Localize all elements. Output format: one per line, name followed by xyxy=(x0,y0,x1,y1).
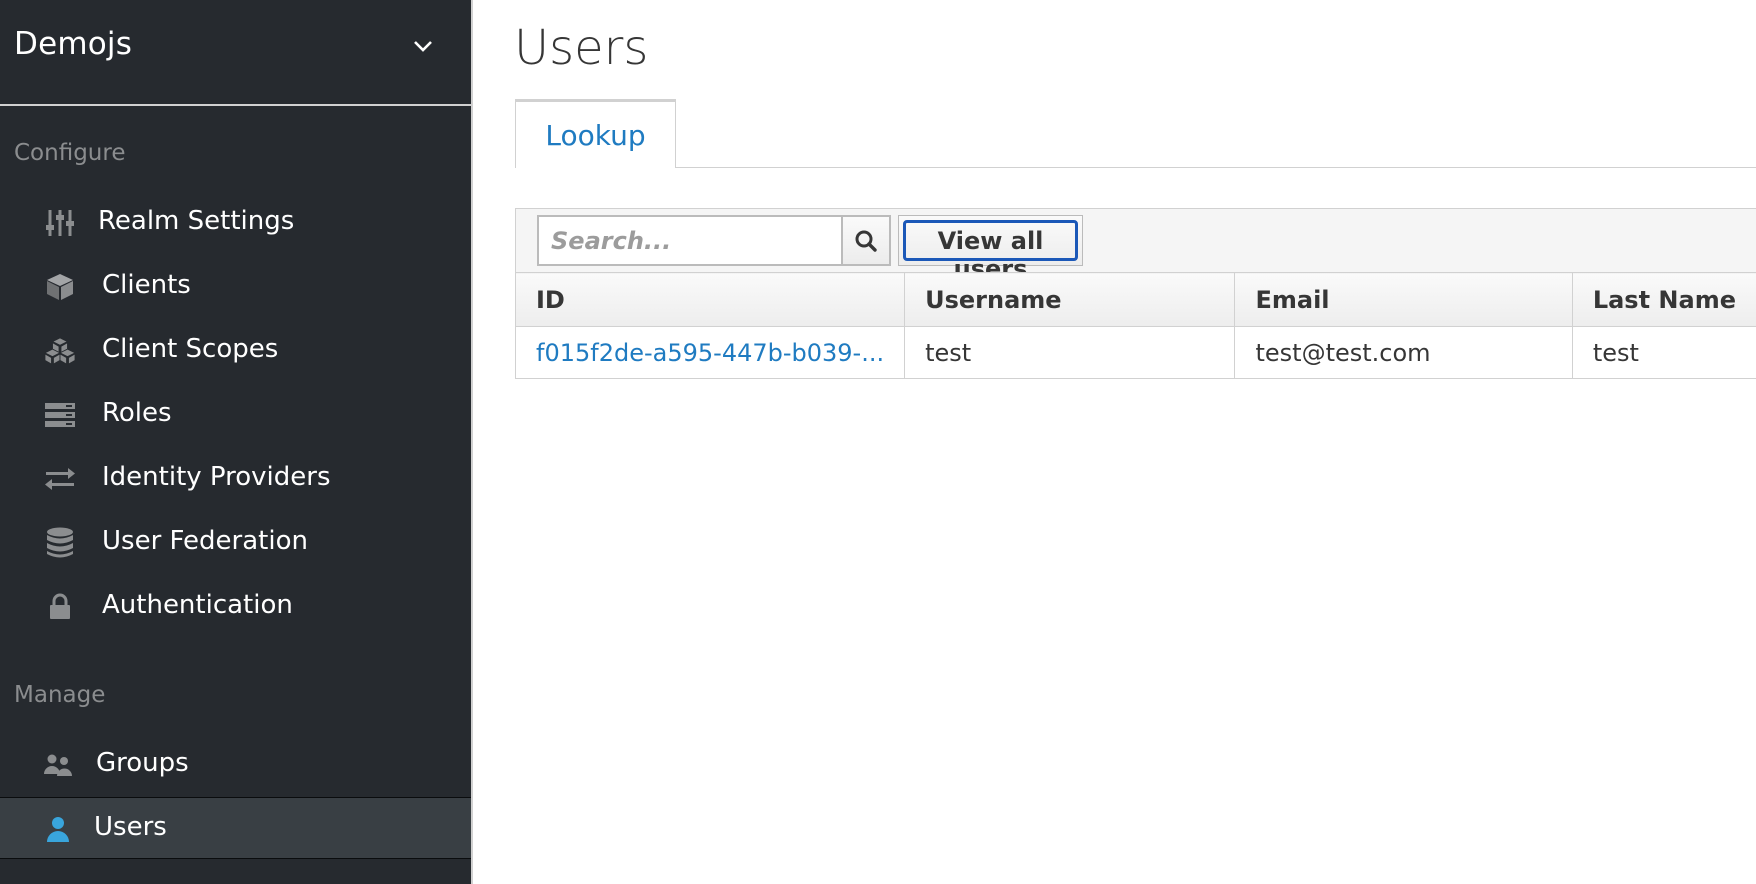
user-id-link[interactable]: f015f2de-a595-447b-b039-... xyxy=(514,326,906,379)
sidebar-item-roles[interactable]: Roles xyxy=(0,384,471,446)
sidebar-item-label: Clients xyxy=(102,270,191,300)
sidebar-item-label: Realm Settings xyxy=(98,206,295,236)
column-header-username[interactable]: Username xyxy=(904,272,1236,327)
view-all-users-button[interactable]: View all users xyxy=(898,215,1083,283)
sidebar: Demojs Configure Realm Settings Clients … xyxy=(0,0,473,884)
sidebar-item-client-scopes[interactable]: Client Scopes xyxy=(0,320,471,382)
sidebar-item-label: Client Scopes xyxy=(102,334,279,364)
users-table: ID Username Email Last Name f015f2de-a59… xyxy=(514,272,1756,379)
lock-icon xyxy=(44,592,76,622)
database-icon xyxy=(44,527,76,558)
server-icon xyxy=(44,400,76,430)
column-header-id[interactable]: ID xyxy=(514,272,906,327)
sidebar-item-authentication[interactable]: Authentication xyxy=(0,576,471,638)
search-button[interactable] xyxy=(841,215,891,266)
section-label-manage: Manage xyxy=(14,682,106,708)
tab-bar xyxy=(515,167,1756,168)
sidebar-item-clients[interactable]: Clients xyxy=(0,256,471,318)
realm-selector[interactable]: Demojs xyxy=(0,0,473,106)
tab-lookup[interactable]: Lookup xyxy=(515,99,676,168)
search-input[interactable] xyxy=(537,215,843,266)
sidebar-item-label: Roles xyxy=(102,398,172,428)
username-cell: test xyxy=(904,326,1236,379)
sidebar-item-user-federation[interactable]: User Federation xyxy=(0,512,471,574)
exchange-icon xyxy=(44,464,76,494)
sidebar-item-label: Identity Providers xyxy=(102,462,331,492)
sidebar-item-label: Groups xyxy=(96,748,189,778)
cubes-icon xyxy=(44,336,76,366)
page-title: Users xyxy=(514,20,649,76)
tab-label: Lookup xyxy=(545,119,646,152)
table-row: f015f2de-a595-447b-b039-... test test@te… xyxy=(514,326,1756,379)
email-cell: test@test.com xyxy=(1234,326,1573,379)
section-label-configure: Configure xyxy=(14,140,126,166)
cube-icon xyxy=(44,272,76,302)
column-header-last-name[interactable]: Last Name xyxy=(1571,272,1756,327)
user-icon xyxy=(42,814,74,844)
column-header-email[interactable]: Email xyxy=(1234,272,1573,327)
table-header-row: ID Username Email Last Name xyxy=(514,272,1756,327)
sliders-icon xyxy=(44,208,76,238)
sidebar-item-label: User Federation xyxy=(102,526,308,556)
sidebar-item-groups[interactable]: Groups xyxy=(0,734,471,796)
users-icon xyxy=(42,750,74,780)
realm-name: Demojs xyxy=(14,26,133,62)
chevron-down-icon xyxy=(414,41,432,52)
sidebar-item-users[interactable]: Users xyxy=(0,797,471,859)
sidebar-item-realm-settings[interactable]: Realm Settings xyxy=(0,192,471,254)
sidebar-item-label: Users xyxy=(94,812,167,842)
sidebar-item-identity-providers[interactable]: Identity Providers xyxy=(0,448,471,510)
search-icon xyxy=(855,230,877,252)
sidebar-item-label: Authentication xyxy=(102,590,293,620)
last-name-cell: test xyxy=(1571,326,1756,379)
